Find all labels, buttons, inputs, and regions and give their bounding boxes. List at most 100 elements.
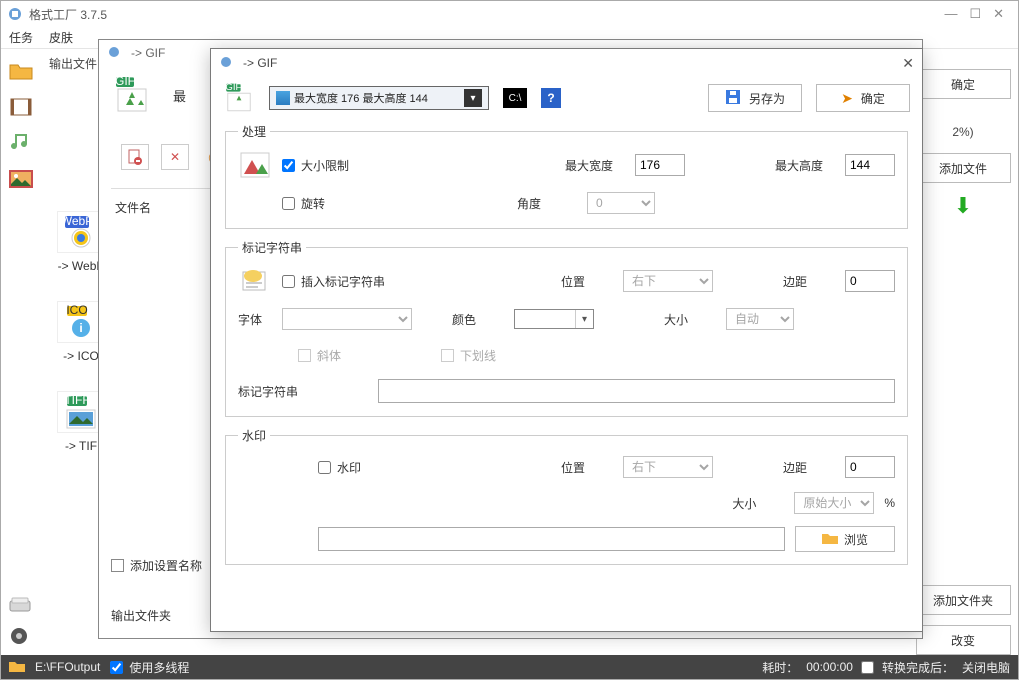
browse-button[interactable]: 浏览 xyxy=(795,526,895,552)
position-label: 位置 xyxy=(561,273,613,290)
svg-text:WebP: WebP xyxy=(61,214,93,228)
tag-margin-input[interactable] xyxy=(845,270,895,292)
svg-text:GIF: GIF xyxy=(115,75,135,88)
processing-fieldset: 处理 大小限制 最大宽度 最大高度 旋转 角度 0 xyxy=(225,123,908,229)
floppy-icon xyxy=(725,89,741,108)
dialog-toolbar: GIF 最大宽度 176 最大高度 144 ▾ C:\ ? 另存为 ➤ 确定 xyxy=(211,77,922,119)
tagstring-fieldset: 标记字符串 插入标记字符串 位置 右下 边距 字体 颜色 ▾ 大小 自动 xyxy=(225,239,908,417)
watermark-legend: 水印 xyxy=(238,427,270,444)
help-icon[interactable]: ? xyxy=(541,88,561,108)
italic-checkbox[interactable]: 斜体 xyxy=(298,347,341,364)
change-label: 改变 xyxy=(951,632,975,649)
font-label: 字体 xyxy=(238,311,272,328)
ok-button-label: 确定 xyxy=(951,76,975,93)
maximize-button[interactable]: ☐ xyxy=(969,6,981,22)
add-setting-name-checkbox[interactable]: 添加设置名称 xyxy=(111,557,202,574)
size-limit-label: 大小限制 xyxy=(301,157,349,174)
watermark-checkbox[interactable]: 水印 xyxy=(318,459,361,476)
preset-select[interactable]: 最大宽度 176 最大高度 144 ▾ xyxy=(269,86,489,110)
max-width-label: 最大宽度 xyxy=(565,157,625,174)
angle-select[interactable]: 0 xyxy=(587,192,655,214)
svg-text:GIF: GIF xyxy=(225,82,241,93)
after-convert-checkbox[interactable] xyxy=(861,661,874,674)
format-label: -> TIF xyxy=(65,439,97,453)
change-button[interactable]: 改变 xyxy=(916,625,1011,655)
angle-label: 角度 xyxy=(517,195,577,212)
output-folder-label: 输出文件夹 xyxy=(111,607,171,624)
remove-item-button[interactable] xyxy=(121,144,149,170)
preset-text: 最大宽度 176 最大高度 144 xyxy=(294,90,460,106)
command-line-icon[interactable]: C:\ xyxy=(503,88,527,108)
close-icon[interactable]: ✕ xyxy=(902,55,914,72)
svg-text:i: i xyxy=(79,321,82,335)
gif-task-title: -> GIF xyxy=(131,46,165,60)
close-button[interactable]: ✕ xyxy=(993,6,1004,22)
tag-string-input-label: 标记字符串 xyxy=(238,383,328,400)
chevron-down-icon: ▾ xyxy=(575,310,593,328)
ok-button[interactable]: ➤ 确定 xyxy=(816,84,910,112)
ok-button-main[interactable]: 确定 xyxy=(916,69,1011,99)
watermark-position-select[interactable]: 右下 xyxy=(623,456,713,478)
elapsed-value: 00:00:00 xyxy=(806,660,853,674)
right-column: 确定 2%) 添加文件 ⬇ 添加文件夹 改变 xyxy=(908,51,1018,655)
pct-label: % xyxy=(884,496,895,510)
insert-tagstring-checkbox[interactable]: 插入标记字符串 xyxy=(282,273,385,290)
tag-size-select[interactable]: 自动 xyxy=(726,308,794,330)
watermark-margin-input[interactable] xyxy=(845,456,895,478)
folder-icon[interactable] xyxy=(7,59,35,83)
watermark-size-select[interactable]: 原始大小 xyxy=(794,492,874,514)
watermark-position-label: 位置 xyxy=(561,459,613,476)
save-as-button[interactable]: 另存为 xyxy=(708,84,802,112)
audio-icon[interactable] xyxy=(7,131,35,155)
main-titlebar: 格式工厂 3.7.5 — ☐ ✕ xyxy=(1,1,1018,27)
ok-label: 确定 xyxy=(861,90,885,107)
gif-format-icon: GIF xyxy=(111,74,153,116)
tagstring-icon xyxy=(238,266,272,296)
menu-task[interactable]: 任务 xyxy=(9,29,33,46)
format-label: -> ICO xyxy=(63,349,99,363)
preset-short-label: 最 xyxy=(173,74,186,105)
after-label: 转换完成后： xyxy=(882,659,954,676)
add-file-button[interactable]: 添加文件 xyxy=(916,153,1011,183)
add-folder-button[interactable]: 添加文件夹 xyxy=(916,585,1011,615)
processing-icon xyxy=(238,150,272,180)
size-limit-checkbox[interactable]: 大小限制 xyxy=(282,157,349,174)
watermark-size-label: 大小 xyxy=(732,495,784,512)
max-height-label: 最大高度 xyxy=(775,157,835,174)
multithread-checkbox[interactable]: 使用多线程 xyxy=(110,659,189,676)
max-width-input[interactable] xyxy=(635,154,685,176)
size-label: 大小 xyxy=(664,311,716,328)
drive-icon[interactable] xyxy=(9,597,31,616)
progress-pct: 2%) xyxy=(952,125,973,139)
after-value: 关闭电脑 xyxy=(962,659,1010,676)
watermark-enable-label: 水印 xyxy=(337,459,361,476)
app-icon xyxy=(7,6,23,22)
chevron-down-icon: ▾ xyxy=(464,89,482,107)
folder-small-icon[interactable] xyxy=(9,660,25,675)
output-file-label: 输出文件 xyxy=(49,55,97,72)
rotate-checkbox[interactable]: 旋转 xyxy=(282,195,325,212)
underline-checkbox[interactable]: 下划线 xyxy=(441,347,496,364)
watermark-path-input[interactable] xyxy=(318,527,785,551)
folder-open-icon xyxy=(822,532,838,547)
color-select[interactable]: ▾ xyxy=(514,309,594,329)
window-controls: — ☐ ✕ xyxy=(944,6,1012,22)
add-file-label: 添加文件 xyxy=(939,160,987,177)
gif-format-icon: GIF xyxy=(223,82,255,114)
margin-label: 边距 xyxy=(783,273,835,290)
minimize-button[interactable]: — xyxy=(944,6,957,22)
font-select[interactable] xyxy=(282,308,412,330)
add-setting-name-label: 添加设置名称 xyxy=(130,557,202,574)
image-icon[interactable] xyxy=(7,167,35,191)
clear-button[interactable]: ✕ xyxy=(161,144,189,170)
underline-label: 下划线 xyxy=(460,347,496,364)
save-as-label: 另存为 xyxy=(749,90,785,107)
menu-skin[interactable]: 皮肤 xyxy=(49,29,73,46)
down-arrow-icon: ⬇ xyxy=(954,193,972,219)
video-icon[interactable] xyxy=(7,95,35,119)
gear-icon[interactable] xyxy=(9,626,31,649)
rotate-label: 旋转 xyxy=(301,195,325,212)
tag-position-select[interactable]: 右下 xyxy=(623,270,713,292)
max-height-input[interactable] xyxy=(845,154,895,176)
tag-string-input[interactable] xyxy=(378,379,895,403)
